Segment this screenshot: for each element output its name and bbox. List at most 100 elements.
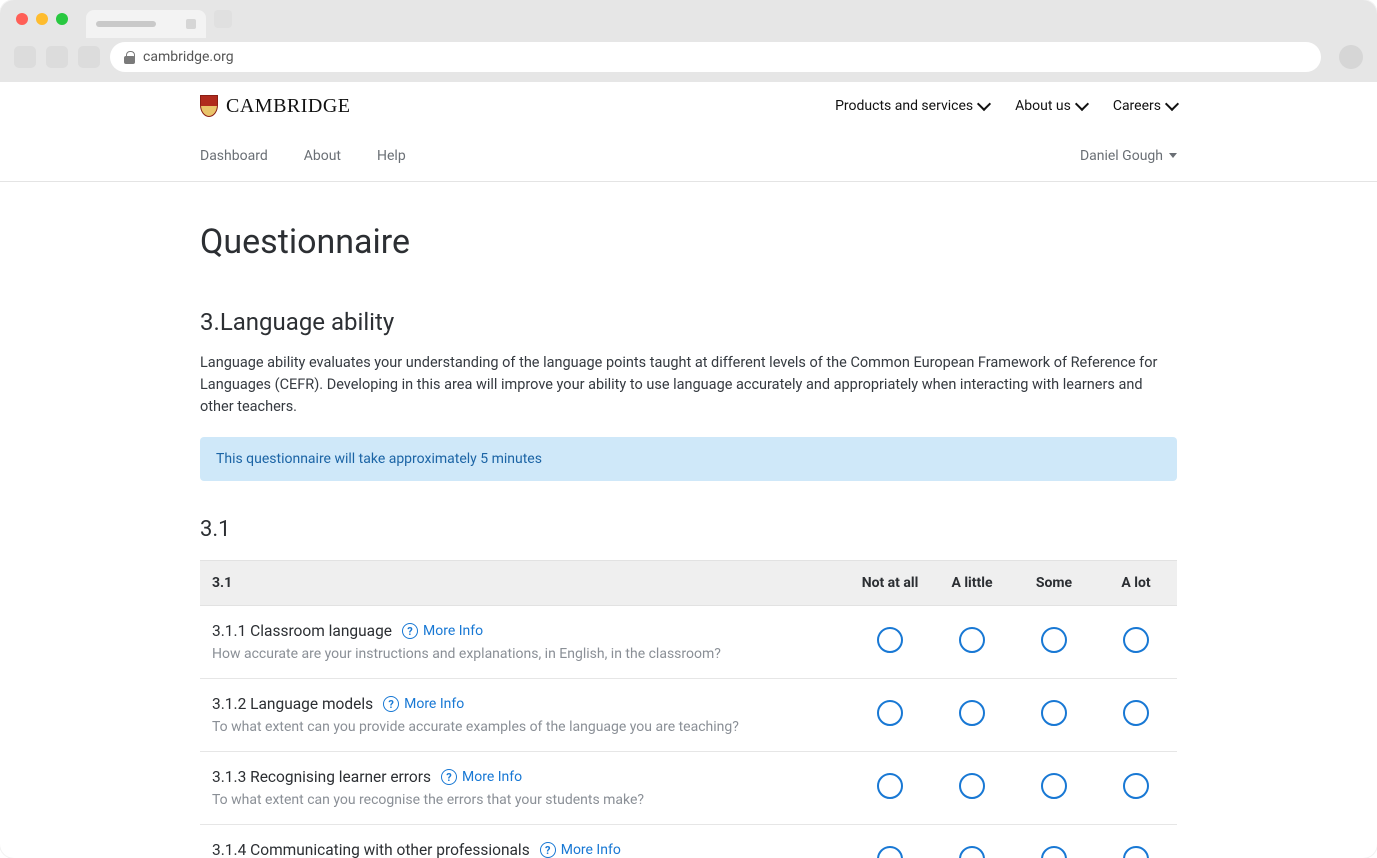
minimize-window-icon[interactable] xyxy=(36,13,48,25)
option-cell xyxy=(1013,679,1095,752)
radio-option[interactable] xyxy=(959,773,985,799)
nav-help[interactable]: Help xyxy=(377,148,406,164)
radio-option[interactable] xyxy=(959,627,985,653)
question-cell: 3.1.3 Recognising learner errors? More In… xyxy=(200,752,849,825)
browser-toolbar: cambridge.org xyxy=(0,38,1377,82)
page: CAMBRIDGE Products and services About us… xyxy=(0,82,1377,858)
more-info-link[interactable]: ? More Info xyxy=(441,769,522,785)
option-cell xyxy=(931,752,1013,825)
option-cell xyxy=(931,679,1013,752)
shield-icon xyxy=(200,95,218,117)
radio-option[interactable] xyxy=(1041,700,1067,726)
radio-option[interactable] xyxy=(1123,627,1149,653)
nav-label: About us xyxy=(1015,98,1071,114)
question-mark-icon: ? xyxy=(441,769,457,785)
chevron-down-icon xyxy=(1165,97,1179,111)
question-subtext: To what extent can you provide accurate … xyxy=(212,719,837,735)
browser-titlebar xyxy=(0,0,1377,38)
url-bar[interactable]: cambridge.org xyxy=(110,42,1321,72)
page-title: Questionnaire xyxy=(200,222,1177,262)
more-info-label: More Info xyxy=(423,623,483,639)
more-info-link[interactable]: ?More Info xyxy=(383,696,464,712)
question-title: 3.1.3 Recognising learner errors? More In… xyxy=(212,768,837,786)
option-cell xyxy=(849,825,931,858)
col-header-opt-2: Some xyxy=(1013,561,1095,606)
col-header-opt-3: A lot xyxy=(1095,561,1177,606)
col-header-section: 3.1 xyxy=(200,561,849,606)
window-controls xyxy=(16,13,68,25)
nav-label: Products and services xyxy=(835,98,973,114)
question-code: 3.1.1 Classroom language xyxy=(212,622,392,640)
option-cell xyxy=(1013,606,1095,679)
option-cell xyxy=(1095,825,1177,858)
reload-button[interactable] xyxy=(78,46,100,68)
nav-dashboard[interactable]: Dashboard xyxy=(200,148,268,164)
radio-option[interactable] xyxy=(959,700,985,726)
option-cell xyxy=(1095,606,1177,679)
radio-option[interactable] xyxy=(1041,627,1067,653)
radio-option[interactable] xyxy=(959,846,985,858)
brand-name: CAMBRIDGE xyxy=(226,95,351,118)
table-row: 3.1.4 Communicating with other professio… xyxy=(200,825,1177,858)
question-cell: 3.1.1 Classroom language? More Info How ac… xyxy=(200,606,849,679)
nav-careers[interactable]: Careers xyxy=(1113,98,1177,114)
question-code: 3.1.2 Language models xyxy=(212,695,373,713)
section-title: 3.Language ability xyxy=(200,308,1177,336)
maximize-window-icon[interactable] xyxy=(56,13,68,25)
radio-option[interactable] xyxy=(877,846,903,858)
back-button[interactable] xyxy=(14,46,36,68)
radio-option[interactable] xyxy=(877,773,903,799)
url-text: cambridge.org xyxy=(143,49,234,65)
question-mark-icon: ? xyxy=(383,696,399,712)
option-cell xyxy=(1095,752,1177,825)
global-nav: CAMBRIDGE Products and services About us… xyxy=(0,82,1377,130)
question-code: 3.1.3 Recognising learner errors xyxy=(212,768,431,786)
tab-title-placeholder xyxy=(96,21,156,27)
more-info-label: More Info xyxy=(561,842,621,858)
app-nav: Dashboard About Help Daniel Gough xyxy=(0,130,1377,182)
option-cell xyxy=(1095,679,1177,752)
radio-option[interactable] xyxy=(877,700,903,726)
chevron-down-icon xyxy=(1075,97,1089,111)
radio-option[interactable] xyxy=(1041,773,1067,799)
col-header-opt-1: A little xyxy=(931,561,1013,606)
option-cell xyxy=(849,679,931,752)
radio-option[interactable] xyxy=(877,627,903,653)
user-menu[interactable]: Daniel Gough xyxy=(1080,148,1177,164)
question-subtext: How accurate are your instructions and e… xyxy=(212,646,837,662)
option-cell xyxy=(1013,752,1095,825)
question-mark-icon: ? xyxy=(540,842,556,858)
radio-option[interactable] xyxy=(1123,773,1149,799)
nav-about[interactable]: About xyxy=(304,148,341,164)
question-subtext: To what extent can you recognise the err… xyxy=(212,792,837,808)
nav-products[interactable]: Products and services xyxy=(835,98,989,114)
option-cell xyxy=(849,752,931,825)
question-code: 3.1.4 Communicating with other professio… xyxy=(212,841,530,858)
chevron-down-icon xyxy=(977,97,991,111)
subsection-title: 3.1 xyxy=(200,517,1177,542)
question-cell: 3.1.4 Communicating with other professio… xyxy=(200,825,849,858)
nav-about-us[interactable]: About us xyxy=(1015,98,1087,114)
radio-option[interactable] xyxy=(1123,700,1149,726)
more-info-label: More Info xyxy=(462,769,522,785)
tab-close-icon[interactable] xyxy=(186,19,196,29)
close-window-icon[interactable] xyxy=(16,13,28,25)
profile-avatar[interactable] xyxy=(1339,45,1363,69)
option-cell xyxy=(931,825,1013,858)
question-table: 3.1 Not at all A little Some A lot 3.1.1… xyxy=(200,560,1177,858)
browser-tab[interactable] xyxy=(86,10,206,38)
info-banner: This questionnaire will take approximate… xyxy=(200,437,1177,481)
section-description: Language ability evaluates your understa… xyxy=(200,352,1177,417)
more-info-link[interactable]: ? More Info xyxy=(402,623,483,639)
new-tab-button[interactable] xyxy=(214,10,232,28)
forward-button[interactable] xyxy=(46,46,68,68)
caret-down-icon xyxy=(1169,153,1177,158)
lock-icon xyxy=(124,51,135,64)
more-info-link[interactable]: ? More Info xyxy=(540,842,621,858)
question-mark-icon: ? xyxy=(402,623,418,639)
user-name: Daniel Gough xyxy=(1080,148,1163,164)
nav-label: Careers xyxy=(1113,98,1161,114)
radio-option[interactable] xyxy=(1123,846,1149,858)
brand-logo[interactable]: CAMBRIDGE xyxy=(200,95,351,118)
radio-option[interactable] xyxy=(1041,846,1067,858)
